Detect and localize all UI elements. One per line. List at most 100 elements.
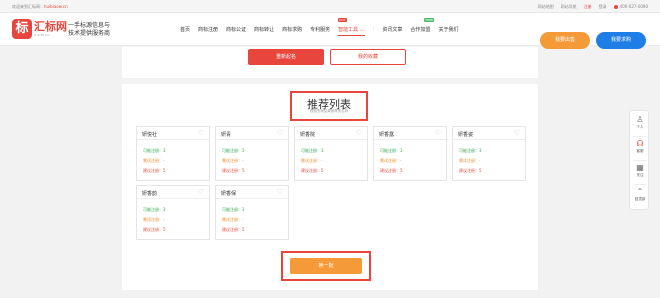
trademark-stat: 建议注册：5 xyxy=(143,227,166,233)
trademark-card[interactable]: 妍香露 ♡ 可能注册：3 需试注册：- 建议注册：5 xyxy=(373,126,447,181)
login-link[interactable]: 登录 xyxy=(599,4,607,10)
stat-value: - xyxy=(163,158,165,163)
stat-label: 可能注册： xyxy=(380,148,400,153)
site-nav-link[interactable]: 网站导航 xyxy=(561,4,577,10)
headset-icon: ☊ xyxy=(636,139,644,148)
logo-name: 汇标网 xyxy=(34,20,67,33)
stat-label: 需试注册： xyxy=(301,158,321,163)
free-badge: FREE xyxy=(424,18,435,22)
trademark-stat: 需试注册：- xyxy=(143,217,164,223)
nav-item-smart-tools[interactable]: HOT 智能工具 ︿ xyxy=(338,18,365,36)
stat-value: 5 xyxy=(163,227,166,232)
trademark-stat: 可能注册：3 xyxy=(380,148,403,154)
stat-label: 需试注册： xyxy=(143,158,163,163)
nav-item-about[interactable]: 关于我们 xyxy=(438,26,458,33)
card-divider xyxy=(137,198,209,199)
welcome-label: 欢迎来到汇标网： xyxy=(12,4,44,9)
stat-label: 需试注册： xyxy=(222,158,242,163)
stat-label: 可能注册： xyxy=(143,207,163,212)
logo[interactable]: 标 汇标网 HUIBIAO xyxy=(12,19,67,39)
sidebar-item-top[interactable]: ⌃ 回顶部 xyxy=(630,187,650,202)
trademark-card[interactable]: 妍香韵 ♡ 可能注册：3 需试注册：- 建议注册：5 xyxy=(136,185,210,240)
phone-number: 400-027-0090 xyxy=(613,4,648,10)
stat-label: 建议注册： xyxy=(222,227,242,232)
trademark-stat: 需试注册：- xyxy=(222,217,243,223)
card-divider xyxy=(453,139,525,140)
stat-value: 3 xyxy=(242,207,245,212)
buy-button[interactable]: 我要求购 xyxy=(596,32,646,49)
sidebar-label-top: 回顶部 xyxy=(634,197,646,201)
stat-label: 建议注册： xyxy=(222,168,242,173)
chevron-up-icon: ︿ xyxy=(359,27,365,33)
my-favorites-button[interactable]: 我的收藏 xyxy=(330,49,406,65)
stat-value: - xyxy=(321,158,323,163)
stat-value: - xyxy=(400,158,402,163)
logo-sub: HUIBIAO xyxy=(34,33,51,37)
trademark-stat: 建议注册：5 xyxy=(143,168,166,174)
stat-label: 可能注册： xyxy=(143,148,163,153)
trademark-card[interactable]: 妍香院 ♡ 可能注册：3 需试注册：- 建议注册：5 xyxy=(294,126,368,181)
trademark-stat: 可能注册：3 xyxy=(222,148,245,154)
trademark-stat: 需试注册：- xyxy=(301,158,322,164)
trademark-stat: 建议注册：5 xyxy=(222,168,245,174)
trademark-stat: 需试注册：- xyxy=(143,158,164,164)
recommend-heading: 推荐列表 根据查询结果推荐的名称 xyxy=(290,91,368,121)
stat-label: 可能注册： xyxy=(222,207,242,212)
next-batch-button[interactable]: 换一批 xyxy=(290,258,362,274)
nav-item-articles[interactable]: 资讯文章 xyxy=(382,26,402,33)
nav-item-smart-tools-label: 智能工具 xyxy=(338,27,359,33)
nav-item-trademark-notary[interactable]: 商标公证 xyxy=(226,26,246,33)
trademark-card[interactable]: 妍香姿 ♡ 可能注册：3 需试注册：- 建议注册：5 xyxy=(452,126,526,181)
sidebar-item-personal[interactable]: ♙ 个人 xyxy=(630,115,650,130)
heart-icon[interactable]: ♡ xyxy=(514,129,520,137)
requery-button[interactable]: 重新起名 xyxy=(248,49,324,65)
sitemap-link[interactable]: 网站地图 xyxy=(538,4,554,10)
heart-icon[interactable]: ♡ xyxy=(435,129,441,137)
trademark-name: 妍悦社 xyxy=(142,132,158,138)
phone-icon xyxy=(613,5,618,9)
stat-value: 5 xyxy=(400,168,403,173)
trademark-name: 妍香院 xyxy=(300,132,316,138)
arrow-up-icon: ⌃ xyxy=(636,187,644,196)
nav-item-home[interactable]: 首页 xyxy=(180,26,190,33)
stat-label: 建议注册： xyxy=(143,168,163,173)
sidebar-label-personal: 个人 xyxy=(636,125,644,129)
register-link[interactable]: 注册 xyxy=(584,4,592,10)
trademark-card[interactable]: 妍悦社 ♡ 可能注册：3 需试注册：- 建议注册：5 xyxy=(136,126,210,181)
trademark-stat: 可能注册：3 xyxy=(222,207,245,213)
stat-label: 需试注册： xyxy=(222,217,242,222)
nav-item-patent[interactable]: 专利服务 xyxy=(310,26,330,33)
slogan-line-1: 一手标源信息与 xyxy=(68,22,111,29)
heart-icon[interactable]: ♡ xyxy=(277,129,283,137)
sidebar-label-follow: 关注 xyxy=(636,173,644,177)
sidebar-item-follow[interactable]: ▦ 关注 xyxy=(630,163,650,178)
stat-label: 建议注册： xyxy=(380,168,400,173)
heart-icon[interactable]: ♡ xyxy=(277,188,283,196)
heart-icon[interactable]: ♡ xyxy=(198,129,204,137)
phone-text: 400-027-0090 xyxy=(619,4,648,9)
stat-value: - xyxy=(242,158,244,163)
sell-button[interactable]: 我要出售 xyxy=(540,32,590,49)
stat-value: 3 xyxy=(321,148,324,153)
stat-value: 5 xyxy=(242,227,245,232)
sidebar-divider xyxy=(633,160,647,161)
trademark-stat: 可能注册：3 xyxy=(301,148,324,154)
trademark-card[interactable]: 妍香保 ♡ 可能注册：3 需试注册：- 建议注册：5 xyxy=(215,185,289,240)
card-divider xyxy=(374,139,446,140)
nav-item-trademark-register[interactable]: 商标注册 xyxy=(198,26,218,33)
stat-value: 3 xyxy=(400,148,403,153)
nav-item-join[interactable]: FREE 合作加盟 xyxy=(410,18,435,33)
trademark-name: 妍香露 xyxy=(379,132,395,138)
logo-text: 汇标网 HUIBIAO xyxy=(34,20,67,38)
stat-value: - xyxy=(242,217,244,222)
nav-item-trademark-transfer[interactable]: 商标转让 xyxy=(254,26,274,33)
heart-icon[interactable]: ♡ xyxy=(356,129,362,137)
stat-label: 可能注册： xyxy=(301,148,321,153)
nav-item-trademark-buy[interactable]: 商标求购 xyxy=(282,26,302,33)
trademark-card[interactable]: 妍青 ♡ 可能注册：3 需试注册：- 建议注册：5 xyxy=(215,126,289,181)
site-url-link[interactable]: huibiaow.cn xyxy=(44,4,68,9)
slogan-line-2: 技术提供服务商 xyxy=(68,30,111,37)
stat-value: - xyxy=(479,158,481,163)
heart-icon[interactable]: ♡ xyxy=(198,188,204,196)
sidebar-item-service[interactable]: ☊ 客服 xyxy=(630,139,650,154)
